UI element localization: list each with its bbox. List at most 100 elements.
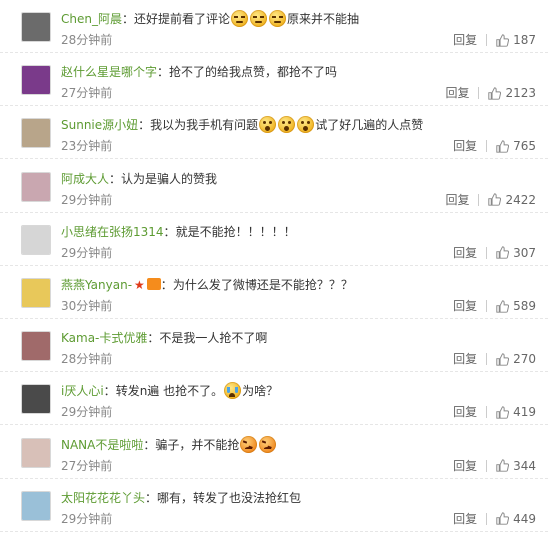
avatar-image bbox=[22, 66, 50, 95]
reply-button[interactable]: 回复 bbox=[453, 459, 477, 473]
avatar[interactable] bbox=[21, 12, 51, 42]
comment-line: 燕燕Yanyan- ★ ：为什么发了微博还是不能抢？？？ bbox=[61, 276, 458, 294]
comment-text: 认为是骗人的赞我 bbox=[121, 171, 218, 186]
like-button[interactable]: 419 bbox=[496, 405, 536, 419]
comment-actions: 回复 270 bbox=[453, 352, 536, 366]
comment-row: Chen_阿晨：还好提前看了评论 原来并不能抽 28分钟前 回复 187 bbox=[0, 0, 548, 53]
comment-line: 太阳花花花丫头：哪有，转发了也没法抢红包 bbox=[61, 489, 458, 507]
like-count: 2422 bbox=[505, 192, 536, 207]
comment-time: 29分钟前 bbox=[61, 192, 113, 207]
like-count: 419 bbox=[513, 405, 536, 420]
comment-line: 阿成大人：认为是骗人的赞我 bbox=[61, 170, 458, 188]
avatar-image bbox=[22, 438, 50, 467]
angry-emoji-icon bbox=[259, 435, 277, 453]
avatar[interactable] bbox=[21, 118, 51, 149]
comment-actions: 回复 2123 bbox=[445, 86, 536, 100]
angry-emoji-icon bbox=[240, 435, 258, 453]
comment-actions: 回复 344 bbox=[453, 459, 536, 473]
like-button[interactable]: 270 bbox=[496, 352, 536, 366]
username-link[interactable]: Chen_阿晨 bbox=[61, 12, 122, 26]
thumbs-up-icon bbox=[496, 406, 510, 419]
reply-button[interactable]: 回复 bbox=[453, 139, 477, 153]
comment-time: 28分钟前 bbox=[61, 352, 113, 367]
username-link[interactable]: 赵什么星是哪个字 bbox=[61, 65, 157, 79]
reply-button[interactable]: 回复 bbox=[453, 512, 477, 526]
reply-button[interactable]: 回复 bbox=[453, 33, 477, 47]
comment-line: Sunnie源小妞：我以为我手机有问题 试了好几遍的人点赞 bbox=[61, 116, 458, 134]
thumbs-up-icon bbox=[496, 140, 510, 153]
comment-time: 27分钟前 bbox=[61, 458, 113, 473]
star-badge-icon[interactable]: ★ bbox=[134, 278, 145, 292]
avatar[interactable] bbox=[21, 224, 51, 255]
like-button[interactable]: 765 bbox=[496, 139, 536, 153]
comment-row: NANA不是啦啦：骗子，并不能抢 27分钟前 回复 344 bbox=[0, 426, 548, 479]
wow-emoji-icon bbox=[297, 116, 315, 134]
reply-button[interactable]: 回复 bbox=[453, 352, 477, 366]
like-button[interactable]: 589 bbox=[496, 299, 536, 313]
smug-emoji-icon bbox=[269, 10, 287, 27]
username-link[interactable]: 阿成大人 bbox=[61, 172, 109, 186]
reply-button[interactable]: 回复 bbox=[453, 246, 477, 260]
reply-button[interactable]: 回复 bbox=[445, 193, 469, 207]
like-count: 449 bbox=[513, 511, 536, 526]
avatar[interactable] bbox=[21, 278, 51, 308]
comment-actions: 回复 589 bbox=[453, 299, 536, 313]
reply-button[interactable]: 回复 bbox=[445, 86, 469, 100]
like-count: 765 bbox=[513, 139, 536, 154]
colon-separator: ： bbox=[145, 490, 158, 505]
vip-badge-icon[interactable] bbox=[146, 278, 161, 290]
like-button[interactable]: 344 bbox=[496, 459, 536, 473]
avatar[interactable] bbox=[21, 437, 51, 468]
username-link[interactable]: 小思绪在张扬1314 bbox=[61, 225, 164, 239]
comment-row: 太阳花花花丫头：哪有，转发了也没法抢红包 29分钟前 回复 449 bbox=[0, 479, 548, 532]
like-button[interactable]: 307 bbox=[496, 246, 536, 260]
avatar[interactable] bbox=[21, 65, 51, 96]
reply-button[interactable]: 回复 bbox=[453, 299, 477, 313]
comment-text: 原来并不能抽 bbox=[287, 12, 360, 26]
username-link[interactable]: Kama-卡式优雅 bbox=[61, 331, 147, 345]
action-divider bbox=[486, 406, 488, 419]
comment-text: 我以为我手机有问题 bbox=[150, 118, 259, 133]
avatar[interactable] bbox=[21, 331, 51, 362]
avatar[interactable] bbox=[21, 171, 51, 202]
username-link[interactable]: 太阳花花花丫头 bbox=[61, 491, 145, 505]
like-button[interactable]: 449 bbox=[496, 512, 536, 526]
comment-row: Kama-卡式优雅：不是我一人抢不了啊 28分钟前 回复 270 bbox=[0, 319, 548, 373]
action-divider bbox=[486, 353, 488, 366]
comment-line: Chen_阿晨：还好提前看了评论 原来并不能抽 bbox=[61, 10, 458, 28]
like-button[interactable]: 2422 bbox=[488, 193, 536, 207]
comment-actions: 回复 307 bbox=[453, 246, 536, 260]
comment-row: 赵什么星是哪个字：抢不了的给我点赞，都抢不了吗 27分钟前 回复 2123 bbox=[0, 53, 548, 107]
like-button[interactable]: 187 bbox=[496, 33, 536, 47]
colon-separator: ： bbox=[160, 278, 173, 292]
username-link[interactable]: 燕燕Yanyan- bbox=[61, 278, 132, 292]
action-divider bbox=[478, 87, 480, 100]
avatar-image bbox=[22, 119, 50, 148]
avatar[interactable] bbox=[21, 384, 51, 415]
comment-line: i厌人心i：转发n遍 也抢不了。 为啥？ bbox=[61, 382, 458, 400]
cry-emoji-icon bbox=[224, 382, 242, 400]
comment-line: Kama-卡式优雅：不是我一人抢不了啊 bbox=[61, 329, 458, 347]
comment-time: 29分钟前 bbox=[61, 245, 113, 260]
thumbs-up-icon bbox=[488, 193, 502, 206]
smug-emoji-icon bbox=[231, 10, 249, 27]
thumbs-up-icon bbox=[496, 459, 510, 472]
username-link[interactable]: i厌人心i bbox=[61, 384, 104, 398]
like-count: 589 bbox=[513, 299, 536, 313]
colon-separator: ： bbox=[121, 12, 134, 26]
like-button[interactable]: 2123 bbox=[488, 86, 536, 100]
avatar-image bbox=[22, 225, 50, 254]
avatar[interactable] bbox=[21, 490, 51, 521]
comment-list: Chen_阿晨：还好提前看了评论 原来并不能抽 28分钟前 回复 187 赵什么星是哪个字… bbox=[0, 0, 548, 541]
thumbs-up-icon bbox=[496, 512, 510, 525]
avatar-image bbox=[22, 279, 50, 307]
avatar-image bbox=[22, 332, 50, 361]
action-divider bbox=[486, 512, 488, 525]
avatar-image bbox=[22, 491, 50, 520]
thumbs-up-icon bbox=[496, 299, 510, 313]
reply-button[interactable]: 回复 bbox=[453, 405, 477, 419]
username-link[interactable]: Sunnie源小妞 bbox=[61, 118, 138, 132]
smug-emoji-icon bbox=[250, 10, 268, 27]
action-divider bbox=[486, 34, 488, 46]
username-link[interactable]: NANA不是啦啦 bbox=[61, 438, 143, 452]
